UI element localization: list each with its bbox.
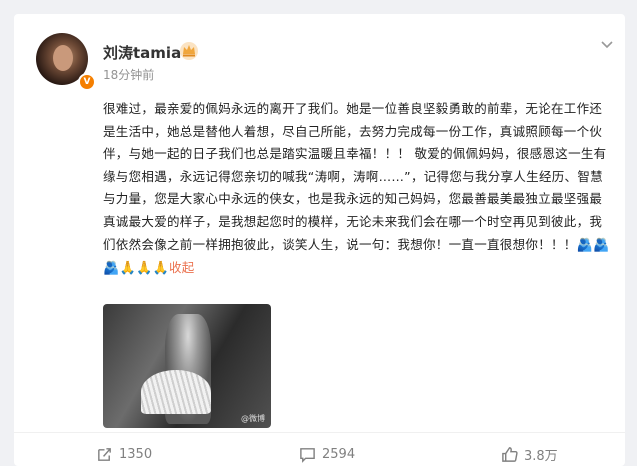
crown-icon bbox=[180, 42, 198, 60]
footer-divider bbox=[14, 432, 625, 433]
comment-count: 2594 bbox=[322, 446, 356, 462]
repost-count: 1350 bbox=[119, 446, 153, 462]
like-icon bbox=[502, 446, 518, 462]
collapse-link[interactable]: 收起 bbox=[169, 260, 195, 275]
more-icon[interactable] bbox=[600, 38, 614, 52]
avatar-face bbox=[53, 45, 73, 71]
repost-icon bbox=[98, 447, 111, 461]
like-count: 3.8万 bbox=[524, 448, 558, 464]
image-fan bbox=[141, 370, 211, 414]
verified-badge-icon: V bbox=[78, 73, 96, 91]
comment-button[interactable]: 2594 bbox=[299, 444, 355, 464]
post-image[interactable]: @微博 bbox=[103, 304, 271, 428]
post-text: 很难过，最亲爱的佩妈永远的离开了我们。她是一位善良坚毅勇敢的前辈，无论在工作还是… bbox=[103, 98, 612, 281]
comment-icon bbox=[300, 447, 315, 463]
weibo-post-card: V 刘涛tamia 18分钟前 很难过，最亲爱的佩妈永远的离开了我们。她是一位善… bbox=[14, 14, 625, 466]
image-watermark: @微博 bbox=[241, 414, 265, 423]
repost-button[interactable]: 1350 bbox=[96, 444, 152, 464]
author-name[interactable]: 刘涛tamia bbox=[103, 42, 181, 63]
like-button[interactable]: 3.8万 bbox=[501, 444, 558, 464]
post-time[interactable]: 18分钟前 bbox=[103, 66, 154, 83]
post-body: 很难过，最亲爱的佩妈永远的离开了我们。她是一位善良坚毅勇敢的前辈，无论在工作还是… bbox=[103, 101, 607, 252]
